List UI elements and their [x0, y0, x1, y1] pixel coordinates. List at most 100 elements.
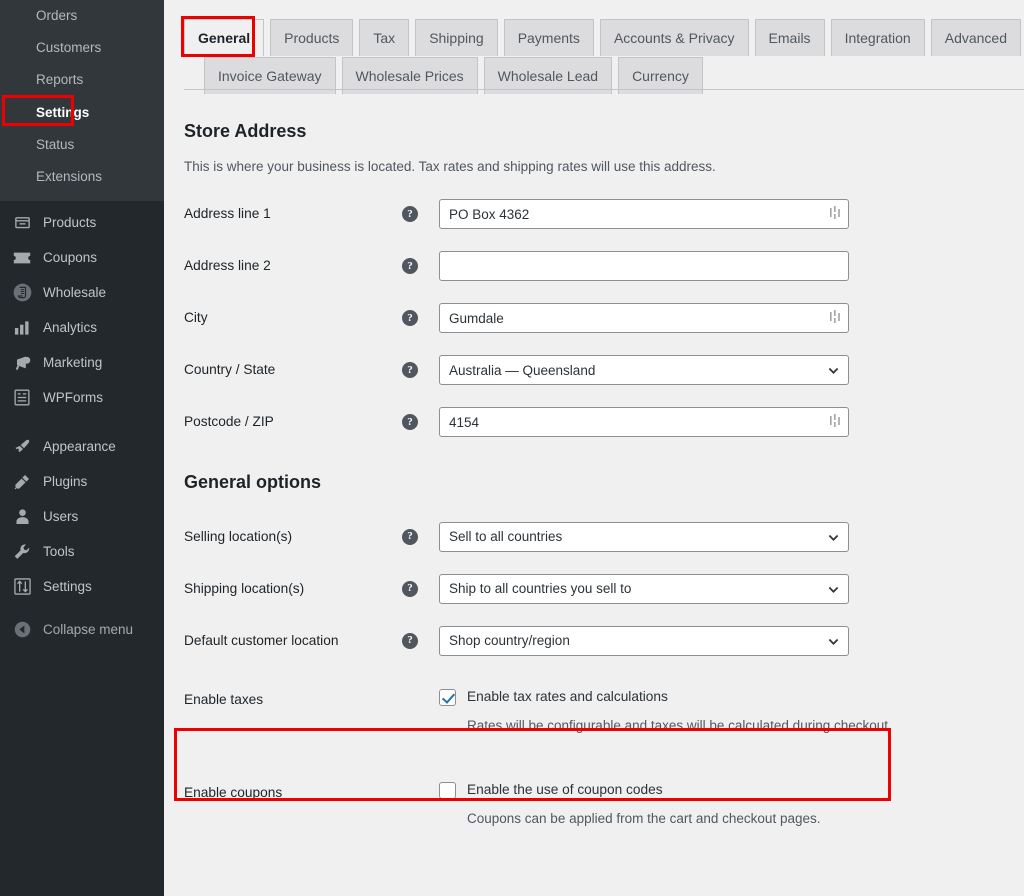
collapse-menu-label: Collapse menu [43, 621, 134, 637]
input-address-line-1[interactable]: PO Box 4362 [439, 199, 849, 230]
help-icon[interactable]: ? [402, 362, 418, 379]
control-selling-locations: Sell to all countries [439, 521, 849, 552]
sidebar-item-wpforms[interactable]: WPForms [0, 380, 164, 415]
tabs-underline [184, 89, 1024, 90]
chevron-down-icon[interactable] [828, 365, 839, 376]
products-icon [9, 214, 35, 231]
field-row-enable-coupons: Enable coupons Enable the use of coupon … [184, 781, 1024, 829]
tab-tax[interactable]: Tax [359, 19, 410, 56]
label-postcode-zip: Postcode / ZIP [184, 414, 274, 430]
woocommerce-submenu: Orders Customers Reports Settings Status… [0, 0, 164, 202]
input-address-line-2[interactable] [439, 251, 849, 282]
sidebar-subitem-customers[interactable]: Customers [0, 32, 164, 64]
sidebar-subitem-reports[interactable]: Reports [0, 64, 164, 96]
sidebar-item-coupons[interactable]: Coupons [0, 240, 164, 275]
input-city[interactable]: Gumdale [439, 303, 849, 334]
select-default-customer-location[interactable]: Shop country/region [439, 625, 849, 656]
tab-shipping[interactable]: Shipping [415, 19, 498, 56]
sidebar-item-settings[interactable]: Settings [0, 569, 164, 604]
sidebar-subitem-orders[interactable]: Orders [0, 0, 164, 32]
wordpress-admin-screen: Orders Customers Reports Settings Status… [0, 0, 1024, 896]
wholesale-icon [9, 283, 35, 302]
tab-emails[interactable]: Emails [754, 19, 825, 56]
field-row-address-line-2: Address line 2 ? [184, 251, 1024, 282]
admin-menu-group-primary: Products Coupons Wholesale Analytics Mar… [0, 201, 164, 646]
general-options-heading: General options [184, 472, 322, 493]
tab-accounts-privacy[interactable]: Accounts & Privacy [599, 19, 749, 56]
sidebar-item-label: Tools [43, 544, 75, 560]
select-shipping-locations[interactable]: Ship to all countries you sell to [439, 573, 849, 604]
label-shipping-locations: Shipping location(s) [184, 580, 305, 596]
sidebar-item-analytics[interactable]: Analytics [0, 310, 164, 345]
help-icon[interactable]: ? [402, 206, 418, 223]
label-enable-coupons: Enable coupons [184, 784, 283, 800]
sidebar-item-label: Coupons [43, 250, 98, 266]
control-postcode-zip: 4154 [439, 407, 849, 438]
sidebar-item-label: Marketing [43, 355, 103, 371]
tab-integration[interactable]: Integration [830, 19, 925, 56]
sidebar-item-label: Products [43, 215, 97, 231]
enable-coupons-checkbox-label: Enable the use of coupon codes [467, 781, 663, 797]
chevron-down-icon[interactable] [828, 584, 839, 595]
enable-taxes-checkbox[interactable] [439, 688, 456, 706]
help-icon[interactable]: ? [402, 414, 418, 431]
sidebar-item-appearance[interactable]: Appearance [0, 429, 164, 464]
help-icon[interactable]: ? [402, 580, 418, 597]
control-address-line-1: PO Box 4362 [439, 199, 849, 230]
input-value: 4154 [449, 414, 480, 430]
select-value: Australia — Queensland [449, 362, 596, 378]
sidebar-item-plugins[interactable]: Plugins [0, 464, 164, 499]
collapse-arrow-icon [9, 621, 35, 638]
menu-separator [0, 415, 164, 429]
select-value: Sell to all countries [449, 528, 563, 544]
sidebar-item-users[interactable]: Users [0, 499, 164, 534]
help-icon[interactable]: ? [402, 528, 418, 545]
input-postcode-zip[interactable]: 4154 [439, 407, 849, 438]
chevron-down-icon[interactable] [828, 636, 839, 647]
resize-handle-icon[interactable] [830, 310, 842, 325]
analytics-icon [9, 320, 35, 336]
select-country-state[interactable]: Australia — Queensland [439, 355, 849, 386]
enable-coupons-checkbox[interactable] [439, 781, 456, 799]
resize-handle-icon[interactable] [830, 414, 842, 429]
sidebar-subitem-extensions[interactable]: Extensions [0, 161, 164, 193]
tab-general[interactable]: General [184, 19, 265, 56]
sidebar-subitem-status[interactable]: Status [0, 129, 164, 161]
enable-taxes-control: Enable tax rates and calculations Rates … [439, 688, 892, 736]
sidebar-item-wholesale[interactable]: Wholesale [0, 275, 164, 310]
chevron-down-icon[interactable] [828, 532, 839, 543]
label-city: City [184, 310, 208, 326]
enable-coupons-checkbox-line[interactable]: Enable the use of coupon codes [439, 781, 820, 799]
settings-content-area: General Products Tax Shipping Payments A… [164, 0, 1024, 896]
label-country-state: Country / State [184, 362, 276, 378]
field-row-selling-locations: Selling location(s) ? Sell to all countr… [184, 521, 1024, 552]
settings-tabs-row-1: General Products Tax Shipping Payments A… [184, 19, 1024, 56]
collapse-menu-button[interactable]: Collapse menu [0, 612, 164, 646]
help-icon[interactable]: ? [402, 310, 418, 327]
enable-taxes-checkbox-line[interactable]: Enable tax rates and calculations [439, 688, 892, 706]
sidebar-item-tools[interactable]: Tools [0, 534, 164, 569]
tab-products[interactable]: Products [270, 19, 354, 56]
sidebar-item-products[interactable]: Products [0, 205, 164, 240]
sidebar-item-marketing[interactable]: Marketing [0, 345, 164, 380]
tab-payments[interactable]: Payments [503, 19, 594, 56]
marketing-megaphone-icon [9, 355, 35, 371]
help-icon[interactable]: ? [402, 258, 418, 275]
enable-coupons-control: Enable the use of coupon codes Coupons c… [439, 781, 820, 829]
control-country-state: Australia — Queensland [439, 355, 849, 386]
sidebar-item-label: Appearance [43, 439, 116, 455]
field-row-default-customer-location: Default customer location ? Shop country… [184, 625, 1024, 656]
tab-advanced[interactable]: Advanced [930, 19, 1022, 56]
control-shipping-locations: Ship to all countries you sell to [439, 573, 849, 604]
field-row-shipping-locations: Shipping location(s) ? Ship to all count… [184, 573, 1024, 604]
help-icon[interactable]: ? [402, 632, 418, 649]
field-row-postcode-zip: Postcode / ZIP ? 4154 [184, 407, 1024, 438]
store-address-heading: Store Address [184, 121, 307, 141]
control-city: Gumdale [439, 303, 849, 334]
sidebar-subitem-settings[interactable]: Settings [0, 97, 164, 129]
resize-handle-icon[interactable] [830, 206, 842, 221]
sidebar-item-label: Wholesale [43, 285, 107, 301]
select-selling-locations[interactable]: Sell to all countries [439, 521, 849, 552]
label-selling-locations: Selling location(s) [184, 528, 293, 544]
label-address-line-1: Address line 1 [184, 206, 271, 222]
